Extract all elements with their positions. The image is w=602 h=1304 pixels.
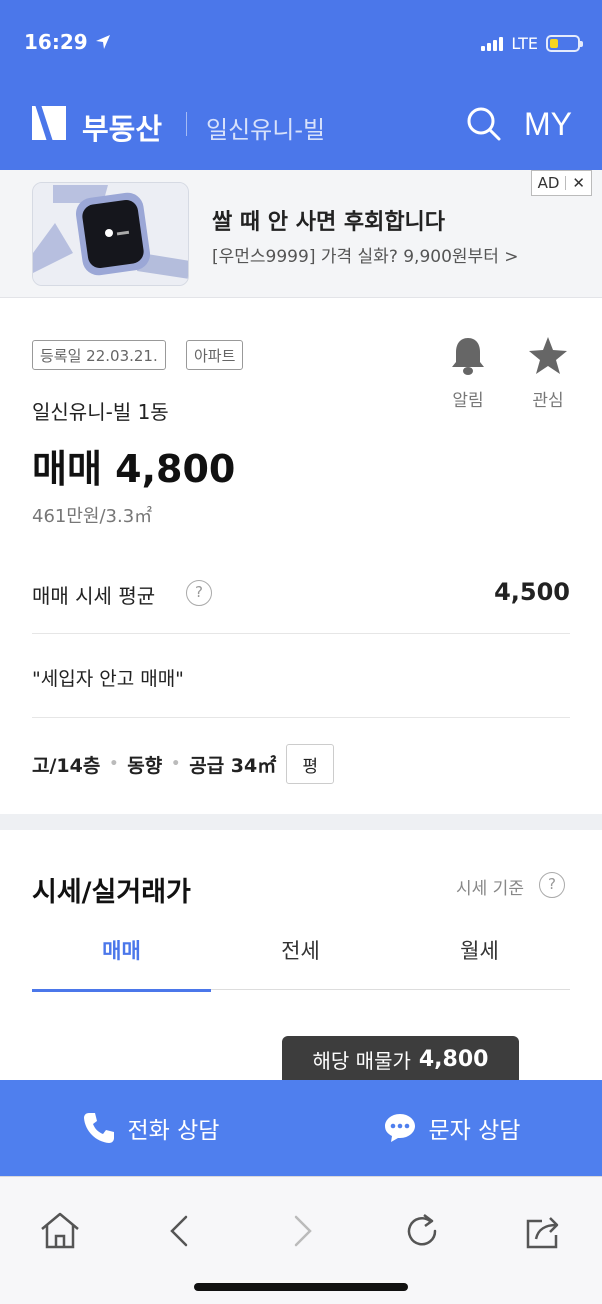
status-time: 16:29	[24, 30, 88, 54]
header-subtitle: 일신유니-빌	[206, 116, 326, 144]
reload-icon	[407, 1214, 437, 1246]
favorite-button[interactable]: 관심	[518, 334, 578, 414]
listing-price-tooltip: 해당 매물가 4,800	[282, 1036, 519, 1082]
section-title: 시세/실거래가	[32, 877, 191, 908]
ad-title[interactable]: 쌀 때 안 사면 후회합니다	[212, 204, 445, 236]
bell-icon	[452, 338, 484, 375]
help-icon[interactable]: ?	[186, 580, 212, 606]
ad-subtitle[interactable]: [우먼스9999] 가격 실화? 9,900원부터 >	[212, 242, 518, 267]
home-button[interactable]	[38, 1209, 82, 1253]
price-basis-label[interactable]: 시세 기준	[456, 874, 524, 899]
listing-card: 등록일 22.03.21. 아파트 알림 관심 일신유니-빌 1동 매매 4,8…	[0, 298, 602, 814]
ad-banner[interactable]: 쌀 때 안 사면 후회합니다 [우먼스9999] 가격 실화? 9,900원부터…	[0, 170, 602, 298]
tooltip-value: 4,800	[418, 1046, 489, 1072]
separator-dot: •	[109, 756, 119, 772]
tab-sale[interactable]: 매매	[32, 930, 211, 992]
forward-icon	[294, 1215, 312, 1247]
unit-price: 461만원/3.3㎡	[32, 506, 153, 527]
forward-button[interactable]	[280, 1209, 324, 1253]
contact-bar: 전화 상담 문자 상담	[0, 1080, 602, 1176]
back-icon	[170, 1215, 188, 1247]
ad-badge-label[interactable]: AD	[532, 174, 566, 192]
divider	[32, 717, 570, 718]
search-icon	[467, 107, 501, 141]
tooltip-label: 해당 매물가	[312, 1048, 411, 1073]
network-label: LTE	[511, 34, 538, 53]
naver-logo-icon[interactable]	[32, 106, 66, 140]
average-price-label: 매매 시세 평균	[32, 584, 156, 608]
listing-description: "세입자 안고 매매"	[32, 668, 184, 690]
tab-monthly-rent[interactable]: 월세	[390, 930, 569, 990]
home-icon	[41, 1212, 79, 1249]
average-price-row: 매매 시세 평균 ? 4,500	[32, 568, 570, 634]
ad-image[interactable]	[32, 182, 189, 286]
registration-date-tag: 등록일 22.03.21.	[32, 340, 166, 370]
listing-price: 매매 4,800	[32, 447, 236, 491]
favorite-label: 관심	[532, 391, 564, 411]
average-price-value: 4,500	[494, 578, 570, 606]
alarm-label: 알림	[452, 391, 484, 411]
chat-bubble-icon	[384, 1114, 415, 1142]
listing-info-row: 고/14층 • 동향 • 공급 34㎡ 평	[32, 744, 335, 784]
ad-close-icon[interactable]: ✕	[566, 174, 591, 192]
share-button[interactable]	[520, 1209, 564, 1253]
help-icon[interactable]: ?	[539, 872, 565, 898]
star-icon	[529, 337, 567, 374]
direction-info: 동향	[127, 754, 163, 777]
app-header: 부동산 일신유니-빌 MY	[0, 100, 602, 152]
status-bar: 16:29 LTE	[0, 28, 602, 62]
top-bar: 16:29 LTE 부동산 일신유니-빌 MY	[0, 0, 602, 170]
area-info: 공급 34㎡	[189, 754, 277, 777]
share-icon	[526, 1217, 559, 1249]
battery-icon	[546, 35, 583, 52]
sms-label: 문자 상담	[428, 1118, 521, 1144]
location-arrow-icon	[95, 35, 110, 49]
separator-dot: •	[171, 756, 181, 772]
status-right: LTE	[481, 34, 583, 53]
reload-button[interactable]	[400, 1209, 444, 1253]
browser-toolbar	[0, 1176, 602, 1304]
floor-info: 고/14층	[32, 754, 101, 777]
pyeong-toggle-button[interactable]: 평	[286, 744, 335, 784]
complex-name: 일신유니-빌 1동	[32, 400, 169, 424]
status-time-group: 16:29	[24, 30, 112, 54]
section-gap	[0, 814, 602, 830]
ad-badge: AD ✕	[530, 170, 592, 196]
my-button[interactable]: MY	[524, 106, 572, 143]
brand-title[interactable]: 부동산	[82, 106, 162, 148]
signal-icon	[481, 36, 504, 51]
tab-jeonse[interactable]: 전세	[211, 930, 390, 990]
price-section: 시세/실거래가 시세 기준 ? 매매 전세 월세 해당 매물가 4,800	[0, 830, 602, 1082]
deal-type-tabs: 매매 전세 월세	[32, 930, 570, 992]
search-button[interactable]	[466, 106, 502, 142]
smartwatch-image	[33, 183, 188, 285]
alarm-button[interactable]: 알림	[438, 334, 498, 414]
sms-button[interactable]: 문자 상담	[301, 1080, 602, 1176]
property-type-tag: 아파트	[186, 340, 244, 370]
home-indicator	[194, 1283, 408, 1291]
call-label: 전화 상담	[127, 1118, 220, 1144]
header-divider	[186, 112, 187, 136]
call-button[interactable]: 전화 상담	[0, 1080, 301, 1176]
back-button[interactable]	[158, 1209, 202, 1253]
phone-icon	[83, 1113, 114, 1143]
